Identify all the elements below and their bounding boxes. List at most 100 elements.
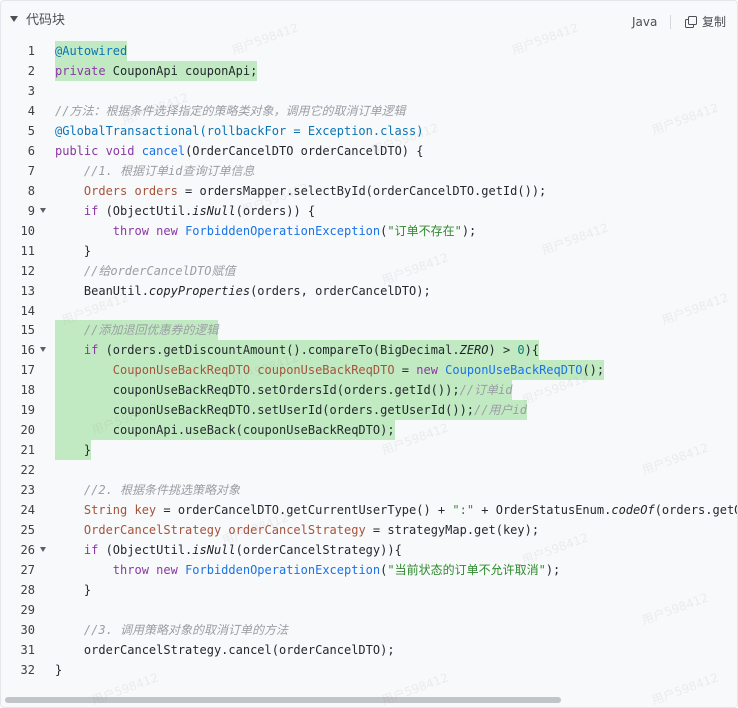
code-token: @Autowired bbox=[55, 44, 128, 58]
code-token: //添加退回优惠券的逻辑 bbox=[83, 323, 219, 337]
code-line: 30 //3. 调用策略对象的取消订单的方法 bbox=[1, 620, 737, 640]
code-line: 12 //给orderCancelDTO赋值 bbox=[1, 261, 737, 281]
scrollbar-thumb[interactable] bbox=[5, 697, 561, 703]
code-block-title: 代码块 bbox=[26, 13, 66, 28]
code-token: (orders.getOrdersStatus()).getStatus(); bbox=[654, 503, 737, 517]
code-token: = ordersMapper.selectById(orderCancelDTO… bbox=[177, 184, 547, 198]
code-line: 10 throw new ForbiddenOperationException… bbox=[1, 221, 737, 241]
code-token: = orderCancelDTO.getCurrentUserType() + bbox=[156, 503, 453, 517]
code-text: Orders orders = ordersMapper.selectById(… bbox=[55, 181, 546, 201]
fold-toggle-icon[interactable] bbox=[40, 347, 46, 352]
code-line: 26 if (ObjectUtil.isNull(orderCancelStra… bbox=[1, 540, 737, 560]
line-number: 23 bbox=[20, 483, 35, 497]
line-number: 29 bbox=[20, 603, 35, 617]
line-number: 20 bbox=[20, 423, 35, 437]
line-number: 16 bbox=[20, 343, 35, 357]
code-token: couponApi.useBack(couponUseBackReqDTO); bbox=[55, 423, 395, 437]
code-token: + OrderStatusEnum. bbox=[474, 503, 612, 517]
code-token: //给orderCancelDTO赋值 bbox=[83, 264, 236, 278]
code-text: throw new ForbiddenOperationException("订… bbox=[55, 221, 476, 241]
code-token: ForbiddenOperationException bbox=[185, 563, 381, 577]
code-token: Orders orders bbox=[83, 184, 178, 198]
code-token: = strategyMap.get(key); bbox=[365, 523, 540, 537]
line-number: 22 bbox=[20, 463, 35, 477]
code-line: 22 bbox=[1, 460, 737, 480]
code-text: //给orderCancelDTO赋值 bbox=[55, 261, 236, 281]
code-token: if bbox=[83, 204, 99, 218]
code-token: ){ bbox=[524, 343, 540, 357]
horizontal-scrollbar[interactable] bbox=[1, 695, 737, 705]
code-text: if (ObjectUtil.isNull(orders)) { bbox=[55, 201, 315, 221]
code-token: (orderCancelStrategy)){ bbox=[235, 543, 402, 557]
code-line: 23 //2. 根据条件挑选策略对象 bbox=[1, 480, 737, 500]
code-token: new bbox=[156, 224, 186, 238]
code-token: cancel bbox=[141, 144, 186, 158]
code-line: 2 private CouponApi couponApi; bbox=[1, 61, 737, 81]
line-number: 11 bbox=[20, 244, 35, 258]
code-token: //用户id bbox=[474, 403, 527, 417]
collapse-caret-icon[interactable] bbox=[10, 16, 18, 22]
code-line: 31 orderCancelStrategy.cancel(orderCance… bbox=[1, 640, 737, 660]
code-token: couponUseBackReqDTO.setOrdersId(orders.g… bbox=[55, 383, 460, 397]
code-line: 4 //方法：根据条件选择指定的策略类对象，调用它的取消订单逻辑 bbox=[1, 101, 737, 121]
code-line: 21 } bbox=[1, 440, 737, 460]
code-token: (orders)) { bbox=[235, 204, 316, 218]
line-number: 8 bbox=[27, 184, 35, 198]
code-token: //2. 根据条件挑选策略对象 bbox=[83, 483, 241, 497]
code-token: = bbox=[394, 363, 417, 377]
code-line: 28 } bbox=[1, 580, 737, 600]
code-line: 3 bbox=[1, 81, 737, 101]
code-line: 5 @GlobalTransactional(rollbackFor = Exce… bbox=[1, 121, 737, 141]
line-number: 6 bbox=[27, 144, 35, 158]
code-text: } bbox=[55, 580, 91, 600]
code-text: } bbox=[55, 660, 62, 680]
code-token: (ObjectUtil. bbox=[98, 204, 193, 218]
code-text: //3. 调用策略对象的取消订单的方法 bbox=[55, 620, 288, 640]
code-block: 代码块 Java 复制 1 @Autowired 2 private CouponAp… bbox=[0, 0, 738, 708]
code-line: 25 OrderCancelStrategy orderCancelStrate… bbox=[1, 520, 737, 540]
code-token: ForbiddenOperationException bbox=[185, 224, 381, 238]
fold-toggle-icon[interactable] bbox=[40, 208, 46, 213]
code-token: ZERO bbox=[459, 343, 489, 357]
code-area[interactable]: 1 @Autowired 2 private CouponApi couponApi;… bbox=[1, 41, 737, 691]
code-text: @Autowired bbox=[55, 41, 128, 61]
line-number: 12 bbox=[20, 264, 35, 278]
line-number: 15 bbox=[20, 323, 35, 337]
code-token: ) > bbox=[488, 343, 518, 357]
language-label[interactable]: Java bbox=[632, 12, 657, 32]
code-line: 16 if (orders.getDiscountAmount().compar… bbox=[1, 340, 737, 360]
code-text: } bbox=[55, 241, 91, 261]
code-token: //1. 根据订单id查询订单信息 bbox=[83, 164, 255, 178]
code-token: CouponUseBackReqDTO couponUseBackReqDTO bbox=[112, 363, 395, 377]
code-text: String key = orderCancelDTO.getCurrentUs… bbox=[55, 500, 737, 520]
code-token: (orders, orderCancelDTO); bbox=[250, 284, 431, 298]
code-token: throw bbox=[112, 563, 157, 577]
line-number: 26 bbox=[20, 543, 35, 557]
code-text: BeanUtil.copyProperties(orders, orderCan… bbox=[55, 281, 431, 301]
code-text: } bbox=[55, 440, 92, 460]
code-token: orderCancelStrategy.cancel(orderCancelDT… bbox=[55, 643, 395, 657]
line-number: 1 bbox=[27, 44, 35, 58]
fold-toggle-icon[interactable] bbox=[40, 547, 46, 552]
code-token: ":" bbox=[452, 503, 475, 517]
code-text: couponUseBackReqDTO.setOrdersId(orders.g… bbox=[55, 380, 513, 400]
code-text: //2. 根据条件挑选策略对象 bbox=[55, 480, 240, 500]
code-text: CouponUseBackReqDTO couponUseBackReqDTO … bbox=[55, 360, 605, 380]
line-number: 18 bbox=[20, 383, 35, 397]
code-token: } bbox=[55, 443, 92, 457]
code-token: ); bbox=[461, 224, 477, 238]
code-token: throw bbox=[112, 224, 157, 238]
code-token: } bbox=[55, 663, 63, 677]
line-number: 3 bbox=[27, 84, 35, 98]
code-line: 18 couponUseBackReqDTO.setOrdersId(order… bbox=[1, 380, 737, 400]
code-line: 15 //添加退回优惠券的逻辑 bbox=[1, 320, 737, 340]
